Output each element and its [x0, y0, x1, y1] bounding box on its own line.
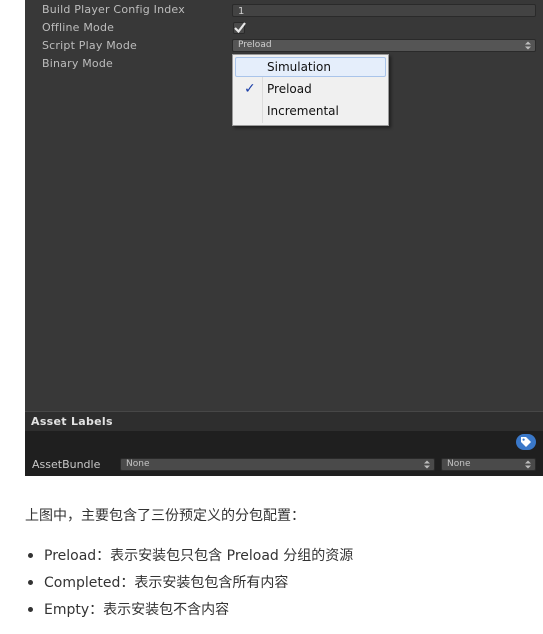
- list-item-text: Completed：表示安装包包含所有内容: [44, 575, 289, 591]
- menu-item-label: Preload: [267, 82, 312, 96]
- list-item: Preload：表示安装包只包含 Preload 分组的资源: [25, 545, 353, 572]
- article-bullet-list: Preload：表示安装包只包含 Preload 分组的资源 Completed…: [25, 545, 353, 626]
- bullet-icon: [28, 607, 33, 612]
- bullet-icon: [28, 553, 33, 558]
- script-play-mode-dropdown[interactable]: Preload: [232, 39, 536, 52]
- offline-mode-checkbox[interactable]: [233, 22, 246, 34]
- menu-item-label: Simulation: [267, 60, 331, 74]
- offline-mode-label: Offline Mode: [42, 21, 115, 34]
- play-mode-popup-menu: Simulation ✓ Preload Incremental: [232, 54, 389, 126]
- list-item: Completed：表示安装包包含所有内容: [25, 572, 353, 599]
- assetbundle-name-dropdown[interactable]: None: [120, 458, 435, 471]
- menu-item-label: Incremental: [267, 104, 339, 118]
- checkmark-icon: [234, 22, 246, 34]
- add-label-button[interactable]: [516, 434, 536, 450]
- asset-labels-header: Asset Labels: [25, 411, 543, 431]
- dropdown-arrows-icon: [525, 41, 531, 50]
- list-item-text: Empty：表示安装包不含内容: [44, 602, 230, 618]
- assetbundle-variant-value: None: [447, 459, 471, 469]
- binary-mode-label: Binary Mode: [42, 57, 114, 70]
- dropdown-arrows-icon: [525, 460, 531, 469]
- dropdown-arrows-icon: [424, 460, 430, 469]
- menu-item-incremental[interactable]: Incremental: [235, 101, 386, 121]
- build-player-config-index-label: Build Player Config Index: [42, 3, 185, 16]
- list-item-text: Preload：表示安装包只包含 Preload 分组的资源: [44, 548, 354, 564]
- script-play-mode-value: Preload: [238, 40, 272, 50]
- tag-icon: [521, 437, 531, 447]
- bullet-icon: [28, 580, 33, 585]
- article-intro: 上图中，主要包含了三份预定义的分包配置：: [25, 508, 305, 524]
- assetbundle-variant-dropdown[interactable]: None: [441, 458, 536, 471]
- build-player-config-index-input[interactable]: 1: [232, 4, 536, 17]
- inspector-panel: Build Player Config Index 1 Offline Mode…: [25, 0, 543, 476]
- assetbundle-label: AssetBundle: [32, 458, 101, 471]
- assetbundle-name-value: None: [126, 459, 150, 469]
- script-play-mode-label: Script Play Mode: [42, 39, 138, 52]
- menu-item-preload[interactable]: ✓ Preload: [235, 79, 386, 99]
- list-item: Empty：表示安装包不含内容: [25, 599, 353, 626]
- check-icon: ✓: [244, 81, 256, 97]
- menu-item-simulation[interactable]: Simulation: [235, 57, 386, 77]
